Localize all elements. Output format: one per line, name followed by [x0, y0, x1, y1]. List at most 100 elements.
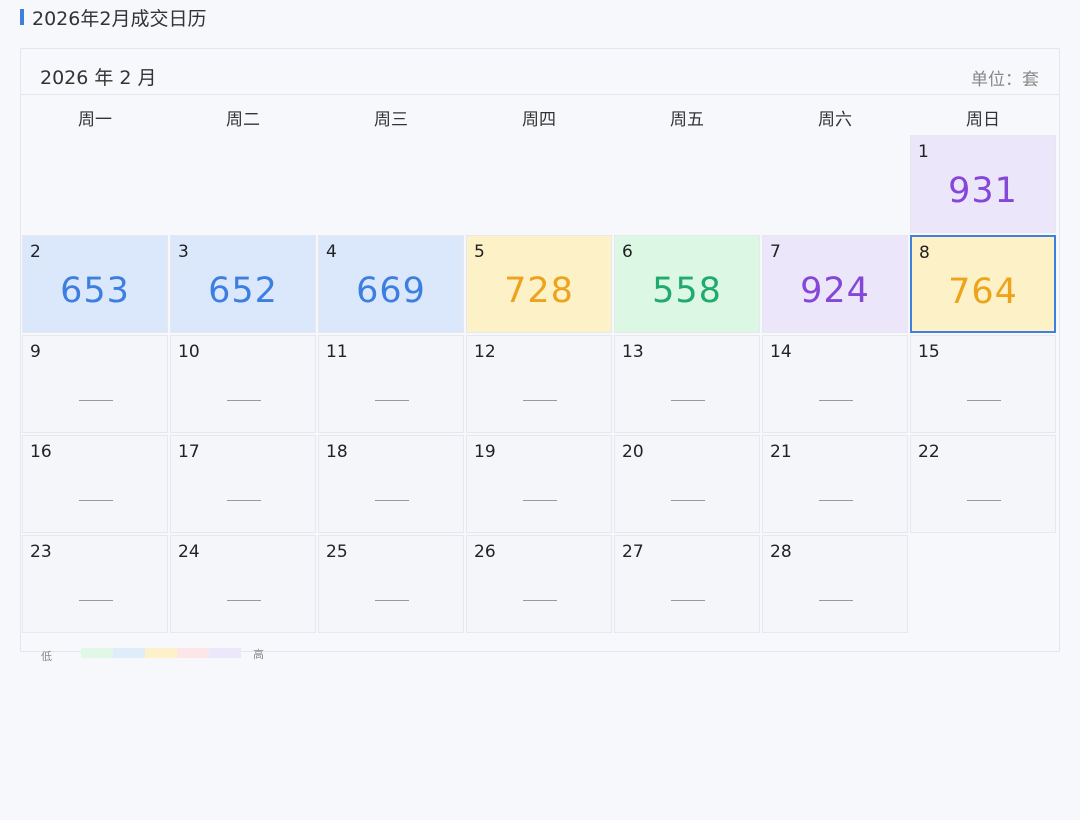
calendar-day-cell[interactable]: 6 558 [614, 235, 760, 333]
calendar-day-cell[interactable]: 23 [22, 535, 168, 633]
no-data-dash [967, 400, 1001, 401]
calendar-day-cell[interactable]: 17 [170, 435, 316, 533]
calendar-empty-cell [614, 135, 760, 233]
calendar-day-cell[interactable]: 11 [318, 335, 464, 433]
day-number: 14 [770, 342, 792, 362]
no-data-dash [819, 600, 853, 601]
day-transaction-count: 924 [800, 271, 870, 311]
day-number: 16 [30, 442, 52, 462]
day-number: 1 [918, 142, 929, 162]
calendar-empty-cell [318, 135, 464, 233]
calendar-day-cell[interactable]: 14 [762, 335, 908, 433]
day-number: 22 [918, 442, 940, 462]
day-number: 2 [30, 242, 41, 262]
calendar-day-cell[interactable]: 3 652 [170, 235, 316, 333]
no-data-dash [523, 400, 557, 401]
day-number: 19 [474, 442, 496, 462]
day-transaction-count: 669 [356, 271, 426, 311]
legend-color-scale [81, 648, 241, 658]
legend-color-segment [145, 648, 177, 658]
day-number: 23 [30, 542, 52, 562]
calendar-day-cell[interactable]: 15 [910, 335, 1056, 433]
no-data-dash [523, 600, 557, 601]
day-number: 21 [770, 442, 792, 462]
calendar-empty-cell [910, 535, 1056, 633]
day-number: 9 [30, 342, 41, 362]
legend-low-label: 低 [41, 650, 52, 663]
no-data-dash [79, 600, 113, 601]
legend-color-segment [209, 648, 241, 658]
day-number: 18 [326, 442, 348, 462]
month-label: 2026 年 2 月 [40, 67, 157, 89]
no-data-dash [967, 500, 1001, 501]
weekday-sat: 周六 [818, 110, 852, 130]
day-number: 12 [474, 342, 496, 362]
no-data-dash [671, 500, 705, 501]
day-transaction-count: 931 [948, 171, 1018, 211]
day-transaction-count: 652 [208, 271, 278, 311]
calendar-panel: 2026 年 2 月 单位：套 周一 周二 周三 周四 周五 周六 周日 1 93… [20, 48, 1060, 663]
day-number: 10 [178, 342, 200, 362]
day-number: 13 [622, 342, 644, 362]
calendar-day-cell[interactable]: 16 [22, 435, 168, 533]
calendar-day-cell[interactable]: 26 [466, 535, 612, 633]
calendar-grid: 1 931 2 653 3 652 4 669 5 728 6 558 7 924 8 764 9 10 11 12 1… [21, 135, 1059, 635]
day-number: 17 [178, 442, 200, 462]
day-number: 6 [622, 242, 633, 262]
no-data-dash [819, 400, 853, 401]
calendar-empty-cell [22, 135, 168, 233]
no-data-dash [227, 600, 261, 601]
legend-color-segment [81, 648, 113, 658]
day-number: 25 [326, 542, 348, 562]
no-data-dash [375, 400, 409, 401]
day-number: 15 [918, 342, 940, 362]
day-number: 24 [178, 542, 200, 562]
day-number: 27 [622, 542, 644, 562]
calendar-day-cell[interactable]: 8 764 [910, 235, 1056, 333]
title-accent-bar [20, 9, 24, 25]
day-transaction-count: 558 [652, 271, 722, 311]
calendar-day-cell[interactable]: 19 [466, 435, 612, 533]
legend-high-label: 高 [253, 648, 264, 661]
day-number: 7 [770, 242, 781, 262]
color-legend: 低 高 [21, 643, 1059, 663]
calendar-day-cell[interactable]: 21 [762, 435, 908, 533]
weekday-header-row: 周一 周二 周三 周四 周五 周六 周日 [21, 95, 1059, 135]
calendar-day-cell[interactable]: 4 669 [318, 235, 464, 333]
calendar-day-cell[interactable]: 18 [318, 435, 464, 533]
weekday-thu: 周四 [522, 110, 556, 130]
day-transaction-count: 764 [948, 272, 1018, 312]
calendar-day-cell[interactable]: 12 [466, 335, 612, 433]
day-number: 11 [326, 342, 348, 362]
calendar-day-cell[interactable]: 5 728 [466, 235, 612, 333]
calendar-day-cell[interactable]: 27 [614, 535, 760, 633]
calendar-day-cell[interactable]: 13 [614, 335, 760, 433]
calendar-day-cell[interactable]: 22 [910, 435, 1056, 533]
calendar-day-cell[interactable]: 9 [22, 335, 168, 433]
no-data-dash [79, 400, 113, 401]
day-transaction-count: 728 [504, 271, 574, 311]
calendar-day-cell[interactable]: 10 [170, 335, 316, 433]
no-data-dash [375, 600, 409, 601]
calendar-day-cell[interactable]: 2 653 [22, 235, 168, 333]
calendar-day-cell[interactable]: 1 931 [910, 135, 1056, 233]
calendar-day-cell[interactable]: 20 [614, 435, 760, 533]
no-data-dash [375, 500, 409, 501]
calendar-empty-cell [466, 135, 612, 233]
calendar-day-cell[interactable]: 24 [170, 535, 316, 633]
no-data-dash [227, 500, 261, 501]
legend-color-segment [177, 648, 209, 658]
weekday-mon: 周一 [78, 110, 112, 130]
no-data-dash [523, 500, 557, 501]
day-number: 3 [178, 242, 189, 262]
page-title-text: 2026年2月成交日历 [32, 7, 207, 30]
legend-color-segment [113, 648, 145, 658]
day-number: 20 [622, 442, 644, 462]
calendar-day-cell[interactable]: 28 [762, 535, 908, 633]
calendar-empty-cell [762, 135, 908, 233]
day-number: 4 [326, 242, 337, 262]
weekday-fri: 周五 [670, 110, 704, 130]
calendar-day-cell[interactable]: 7 924 [762, 235, 908, 333]
day-number: 26 [474, 542, 496, 562]
calendar-day-cell[interactable]: 25 [318, 535, 464, 633]
